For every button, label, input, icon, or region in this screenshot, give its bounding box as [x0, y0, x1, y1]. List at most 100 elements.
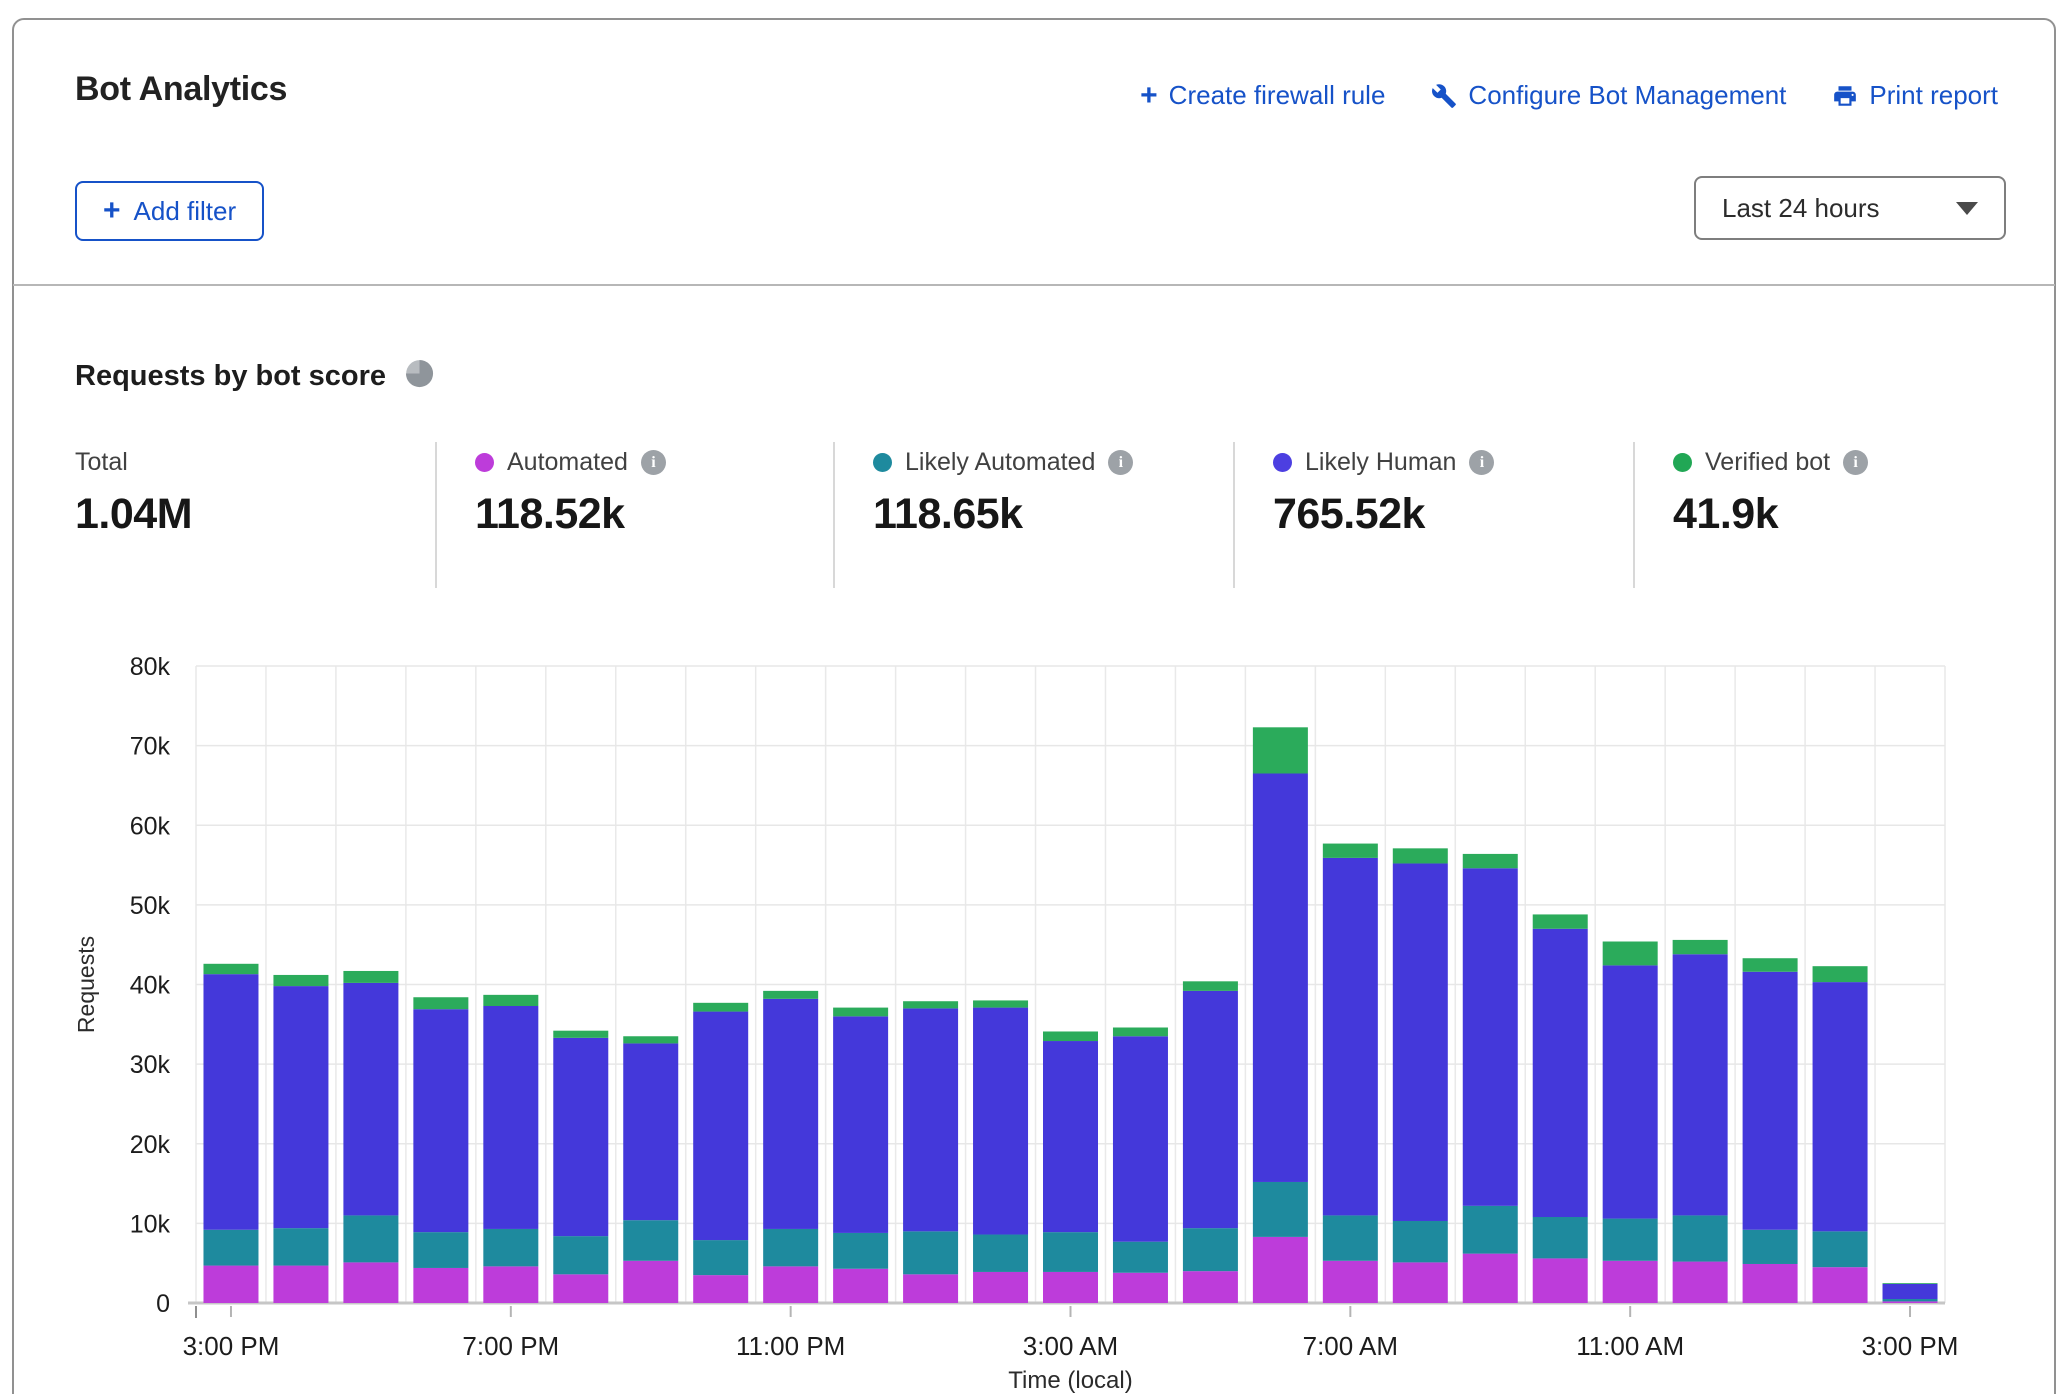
bar-segment-automated[interactable]: [1113, 1273, 1168, 1303]
bar-segment-likely-automated[interactable]: [343, 1215, 398, 1262]
bar-segment-automated[interactable]: [623, 1261, 678, 1303]
bar-segment-automated[interactable]: [413, 1268, 468, 1303]
bar-segment-likely-human[interactable]: [693, 1012, 748, 1241]
bar-segment-verified-bot[interactable]: [763, 991, 818, 999]
bar-segment-automated[interactable]: [343, 1262, 398, 1303]
bar-segment-verified-bot[interactable]: [1813, 966, 1868, 982]
bar-segment-likely-human[interactable]: [553, 1038, 608, 1236]
bar-segment-likely-human[interactable]: [1673, 954, 1728, 1215]
bar-segment-automated[interactable]: [1883, 1301, 1938, 1303]
bar-segment-verified-bot[interactable]: [1533, 914, 1588, 928]
bar-segment-likely-automated[interactable]: [1673, 1215, 1728, 1261]
bar-segment-verified-bot[interactable]: [1113, 1027, 1168, 1036]
bar-segment-likely-human[interactable]: [1603, 965, 1658, 1218]
bar-segment-automated[interactable]: [1253, 1237, 1308, 1303]
bar-segment-automated[interactable]: [973, 1272, 1028, 1303]
bar-segment-verified-bot[interactable]: [1673, 940, 1728, 954]
bar-segment-likely-automated[interactable]: [1463, 1206, 1518, 1254]
bar-segment-automated[interactable]: [483, 1266, 538, 1303]
bar-segment-verified-bot[interactable]: [203, 964, 258, 974]
bar-segment-likely-automated[interactable]: [553, 1236, 608, 1274]
bar-segment-automated[interactable]: [273, 1266, 328, 1303]
info-icon[interactable]: i: [641, 450, 666, 475]
bar-segment-likely-automated[interactable]: [273, 1228, 328, 1265]
bar-segment-likely-automated[interactable]: [903, 1231, 958, 1274]
bar-segment-verified-bot[interactable]: [483, 995, 538, 1006]
bar-segment-likely-human[interactable]: [1463, 868, 1518, 1206]
bar-segment-likely-automated[interactable]: [1323, 1215, 1378, 1260]
bar-segment-verified-bot[interactable]: [903, 1001, 958, 1008]
bar-segment-likely-human[interactable]: [483, 1006, 538, 1229]
bar-segment-automated[interactable]: [763, 1266, 818, 1303]
bar-segment-automated[interactable]: [693, 1275, 748, 1303]
bar-segment-automated[interactable]: [1603, 1261, 1658, 1303]
info-icon[interactable]: i: [1843, 450, 1868, 475]
bar-segment-likely-automated[interactable]: [693, 1240, 748, 1275]
bar-segment-verified-bot[interactable]: [623, 1036, 678, 1043]
bar-segment-likely-human[interactable]: [1743, 972, 1798, 1230]
add-filter-button[interactable]: + Add filter: [75, 181, 264, 241]
info-icon[interactable]: i: [1469, 450, 1494, 475]
bar-segment-likely-automated[interactable]: [1603, 1219, 1658, 1261]
bar-segment-likely-human[interactable]: [1813, 982, 1868, 1231]
bar-segment-likely-human[interactable]: [623, 1043, 678, 1220]
bar-segment-likely-automated[interactable]: [413, 1232, 468, 1268]
bar-segment-likely-automated[interactable]: [203, 1230, 258, 1266]
bar-segment-verified-bot[interactable]: [1883, 1283, 1938, 1284]
bar-segment-likely-human[interactable]: [1043, 1041, 1098, 1232]
bar-segment-automated[interactable]: [1673, 1262, 1728, 1303]
bar-segment-likely-human[interactable]: [1183, 991, 1238, 1228]
bar-segment-likely-human[interactable]: [903, 1008, 958, 1231]
bar-segment-likely-human[interactable]: [1393, 863, 1448, 1221]
bar-segment-likely-human[interactable]: [1883, 1284, 1938, 1299]
bar-segment-likely-automated[interactable]: [623, 1220, 678, 1261]
bar-segment-automated[interactable]: [1043, 1272, 1098, 1303]
bar-segment-automated[interactable]: [833, 1269, 888, 1303]
bar-segment-likely-automated[interactable]: [763, 1229, 818, 1266]
bar-segment-verified-bot[interactable]: [833, 1008, 888, 1017]
bar-segment-verified-bot[interactable]: [1183, 981, 1238, 991]
bar-segment-likely-human[interactable]: [343, 983, 398, 1216]
bar-segment-likely-automated[interactable]: [1533, 1217, 1588, 1258]
bar-segment-likely-automated[interactable]: [483, 1229, 538, 1266]
bar-segment-verified-bot[interactable]: [1043, 1031, 1098, 1041]
configure-bot-management-link[interactable]: Configure Bot Management: [1431, 80, 1786, 111]
bar-segment-likely-automated[interactable]: [1883, 1299, 1938, 1301]
bar-segment-likely-human[interactable]: [1533, 929, 1588, 1217]
bar-segment-verified-bot[interactable]: [413, 997, 468, 1009]
bar-segment-likely-automated[interactable]: [973, 1235, 1028, 1272]
bar-segment-verified-bot[interactable]: [1743, 958, 1798, 972]
bar-segment-likely-human[interactable]: [1323, 858, 1378, 1216]
bar-segment-likely-automated[interactable]: [1393, 1221, 1448, 1262]
bar-segment-automated[interactable]: [203, 1266, 258, 1303]
bar-segment-verified-bot[interactable]: [1393, 848, 1448, 863]
bar-segment-likely-automated[interactable]: [1813, 1231, 1868, 1267]
bar-segment-automated[interactable]: [1813, 1267, 1868, 1303]
bar-segment-verified-bot[interactable]: [1323, 844, 1378, 858]
bar-segment-automated[interactable]: [1743, 1264, 1798, 1303]
bar-segment-likely-human[interactable]: [833, 1016, 888, 1233]
bar-segment-verified-bot[interactable]: [693, 1003, 748, 1012]
bar-segment-likely-human[interactable]: [1253, 773, 1308, 1181]
bar-segment-automated[interactable]: [903, 1274, 958, 1303]
bar-segment-automated[interactable]: [1533, 1258, 1588, 1303]
bar-segment-verified-bot[interactable]: [343, 971, 398, 983]
info-icon[interactable]: i: [1108, 450, 1133, 475]
bar-segment-likely-human[interactable]: [413, 1009, 468, 1232]
bar-segment-likely-human[interactable]: [973, 1008, 1028, 1235]
bar-segment-automated[interactable]: [1393, 1262, 1448, 1303]
bar-segment-verified-bot[interactable]: [1253, 727, 1308, 773]
bar-segment-automated[interactable]: [1323, 1261, 1378, 1303]
bar-segment-verified-bot[interactable]: [273, 975, 328, 986]
bar-segment-verified-bot[interactable]: [1603, 942, 1658, 966]
bar-segment-likely-automated[interactable]: [1043, 1232, 1098, 1272]
bar-segment-likely-human[interactable]: [763, 999, 818, 1229]
bar-segment-automated[interactable]: [553, 1274, 608, 1303]
bar-segment-automated[interactable]: [1463, 1254, 1518, 1303]
create-firewall-rule-link[interactable]: + Create firewall rule: [1140, 80, 1385, 111]
bar-segment-likely-human[interactable]: [1113, 1036, 1168, 1241]
time-range-select[interactable]: Last 24 hours: [1694, 176, 2006, 240]
print-report-link[interactable]: Print report: [1832, 80, 1998, 111]
bar-segment-likely-automated[interactable]: [1253, 1182, 1308, 1237]
bar-segment-likely-automated[interactable]: [1183, 1228, 1238, 1271]
